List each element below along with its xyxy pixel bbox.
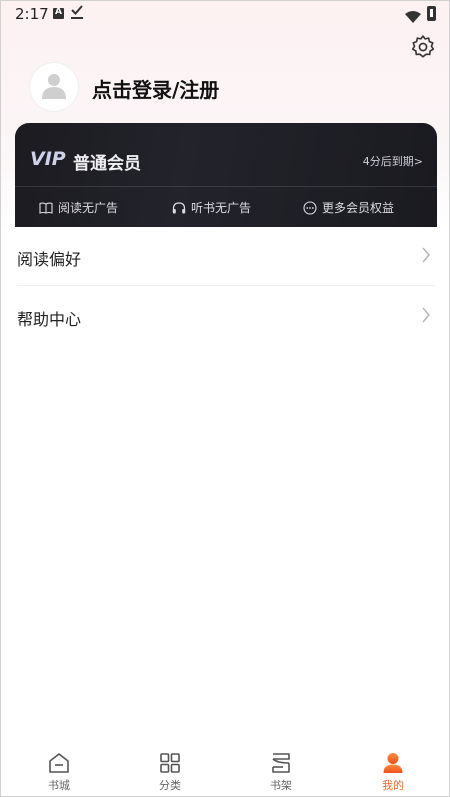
vip-benefit-more[interactable]: 更多会员权益 [303,199,394,216]
default-user-icon [42,74,66,99]
status-time: 2:17 [15,5,49,23]
nav-tab-bookshelf[interactable]: 书架 [251,751,311,796]
person-icon [383,753,403,773]
benefit-label: 阅读无广告 [58,201,119,215]
wifi-icon [405,8,421,27]
bookshelf-icon [272,753,290,773]
vip-benefit-no-ads-listening[interactable]: 听书无广告 [172,199,251,216]
battery-icon [427,6,436,21]
vip-expire-link[interactable]: 4分后到期> [363,153,423,169]
vip-benefit-no-ads-reading[interactable]: 阅读无广告 [39,199,118,216]
avatar[interactable] [29,62,79,112]
nav-tab-label: 书城 [48,779,70,792]
login-register-link[interactable]: 点击登录/注册 [92,74,219,103]
home-icon [49,753,69,773]
download-done-icon [71,5,83,23]
chevron-right-icon [422,247,430,263]
more-icon [303,200,317,215]
vip-card[interactable]: VIP 普通会员 4分后到期> 阅读无广告 听书无广告 更多会员权益 [15,123,437,227]
headphones-icon [172,201,186,213]
menu-item-label: 帮助中心 [17,310,82,329]
benefit-label: 更多会员权益 [322,201,395,215]
menu-item-reading-preference[interactable]: 阅读偏好 [1,227,449,285]
menu-item-help-center[interactable]: 帮助中心 [1,287,449,345]
nav-tab-category[interactable]: 分类 [140,751,200,796]
book-icon [39,202,53,214]
bottom-nav: 书城 分类 书架 我的 [1,745,449,796]
menu-item-label: 阅读偏好 [17,250,82,269]
nav-tab-label: 我的 [382,779,404,792]
nav-tab-mine[interactable]: 我的 [363,751,423,796]
benefit-label: 听书无广告 [191,201,252,215]
app-screen: 2:17 点击登录/注册 VIP 普通会员 4分后到期> [0,0,450,797]
status-bar: 2:17 [1,1,449,27]
divider [15,186,437,187]
notification-a-icon [53,7,64,19]
divider [17,285,435,286]
nav-tab-label: 书架 [270,779,292,792]
settings-gear-icon[interactable] [410,34,436,60]
chevron-right-icon [422,307,430,323]
vip-logo: VIP [30,148,66,170]
nav-tab-bookstore[interactable]: 书城 [29,751,89,796]
vip-level-title: 普通会员 [73,154,141,174]
nav-tab-label: 分类 [159,779,181,792]
grid-icon [160,753,180,773]
